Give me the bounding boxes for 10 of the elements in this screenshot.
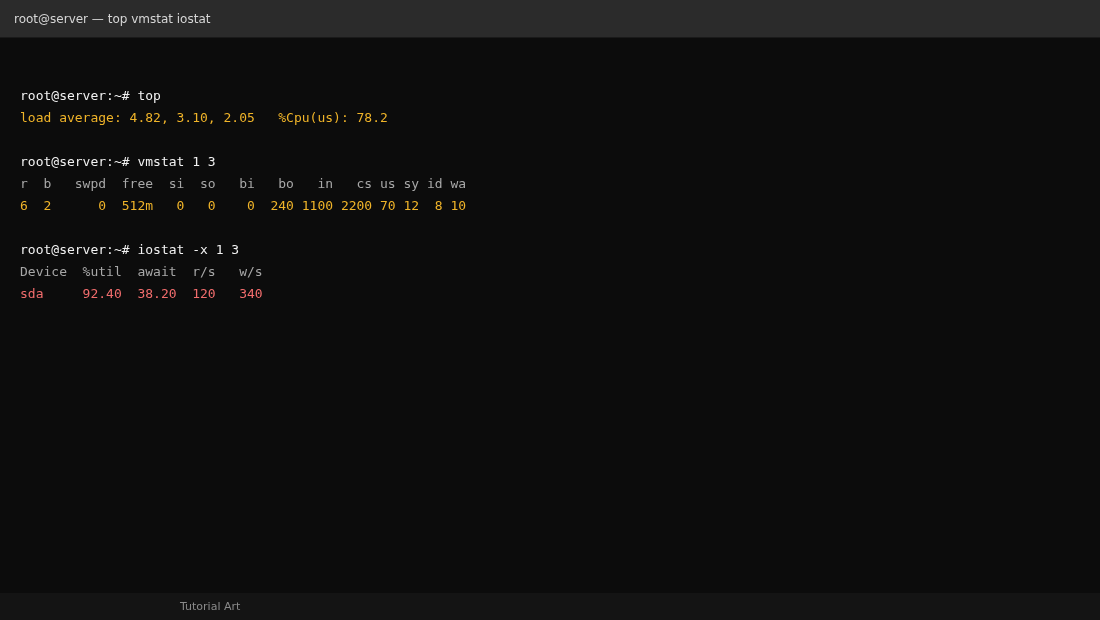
output-line: load average: 4.82, 3.10, 2.05 %Cpu(us): 78.2 <box>20 110 388 125</box>
command-line: root@server:~# vmstat 1 3 <box>20 154 216 169</box>
status-text: Tutorial Art <box>180 600 241 613</box>
alert-line: sda 92.40 38.20 120 340 <box>20 286 263 301</box>
command-line: root@server:~# iostat -x 1 3 <box>20 242 240 257</box>
output-line: 6 2 0 512m 0 0 0 240 1100 2200 70 12 8 10 <box>20 198 467 213</box>
window-title: root@server — top vmstat iostat <box>14 11 211 26</box>
column-header-line: r b swpd free si so bi bo in cs us sy id wa <box>20 176 467 191</box>
command-line: root@server:~# top <box>20 88 161 103</box>
column-header-line: Device %util await r/s w/s <box>20 264 263 279</box>
